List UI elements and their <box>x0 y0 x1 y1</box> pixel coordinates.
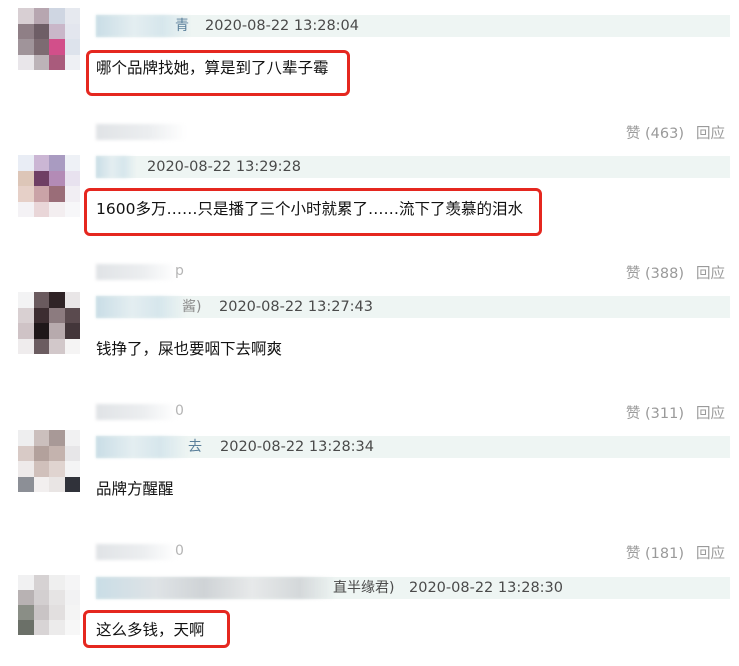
username-tail[interactable]: 去 <box>188 436 202 458</box>
username-tail[interactable]: 直半缘君) <box>333 577 394 599</box>
highlight-box <box>84 188 542 236</box>
username-tail: 0 <box>175 403 184 419</box>
comment-text: 品牌方醒醒 <box>96 480 174 498</box>
username-blurred <box>96 404 176 420</box>
username-tail[interactable]: 酱) <box>182 296 201 318</box>
highlight-box <box>83 610 230 648</box>
comment-item: 0 直半缘君) 2020-08-22 13:28:30 这么多钱，天啊 <box>0 0 739 648</box>
like-button[interactable]: 赞 (181) <box>626 546 684 562</box>
username-blurred[interactable] <box>96 296 186 318</box>
username-blurred[interactable] <box>96 577 336 599</box>
comment-actions: 赞 (311) 回应 <box>626 404 725 424</box>
username-blurred[interactable] <box>96 436 188 458</box>
username-blurred <box>96 544 176 560</box>
reply-button[interactable]: 回应 <box>696 266 725 282</box>
username-blurred <box>96 264 176 280</box>
username-tail: p <box>175 263 184 279</box>
username-blurred[interactable] <box>96 156 136 178</box>
like-button[interactable]: 赞 (388) <box>626 266 684 282</box>
timestamp: 2020-08-22 13:27:43 <box>219 299 373 315</box>
avatar[interactable] <box>18 155 80 217</box>
avatar[interactable] <box>18 430 80 492</box>
username-tail: 0 <box>175 543 184 559</box>
avatar[interactable] <box>18 575 80 635</box>
reply-button[interactable]: 回应 <box>696 546 725 562</box>
reply-button[interactable]: 回应 <box>696 406 725 422</box>
comment-actions: 赞 (388) 回应 <box>626 264 725 284</box>
timestamp: 2020-08-22 13:28:34 <box>220 439 374 455</box>
avatar[interactable] <box>18 292 80 354</box>
timestamp: 2020-08-22 13:29:28 <box>147 159 301 175</box>
comment-actions: 赞 (181) 回应 <box>626 544 725 564</box>
like-button[interactable]: 赞 (311) <box>626 406 684 422</box>
timestamp: 2020-08-22 13:28:30 <box>409 580 563 596</box>
comment-text: 钱挣了，屎也要咽下去啊爽 <box>96 340 283 358</box>
